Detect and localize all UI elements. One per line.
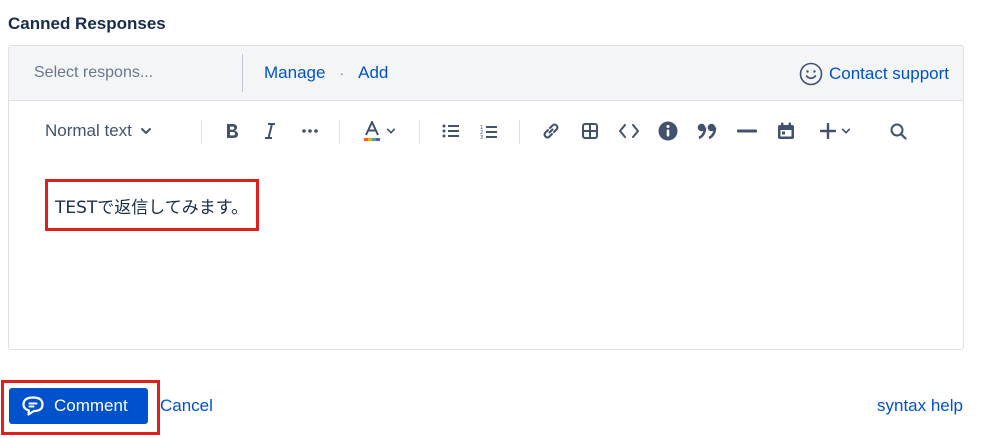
add-link[interactable]: Add	[358, 63, 388, 83]
info-icon[interactable]	[656, 102, 680, 160]
quote-icon[interactable]	[694, 102, 720, 160]
toolbar-divider	[419, 120, 420, 144]
manage-link[interactable]: Manage	[264, 63, 325, 83]
select-response-dropdown[interactable]: Select respons...	[9, 46, 242, 100]
canned-responses-bar: Select respons... Manage · Add Contact s…	[9, 46, 963, 101]
table-icon[interactable]	[579, 102, 601, 160]
contact-support-link[interactable]: Contact support	[799, 46, 949, 101]
date-icon[interactable]	[774, 102, 798, 160]
svg-text:3: 3	[480, 135, 483, 139]
text-style-label: Normal text	[45, 121, 132, 140]
bullet-list-icon[interactable]	[441, 102, 461, 160]
toolbar-divider	[201, 120, 202, 144]
bold-icon[interactable]	[221, 102, 243, 160]
comment-editor-panel: Select respons... Manage · Add Contact s…	[8, 45, 964, 350]
comment-button[interactable]: Comment	[9, 388, 148, 424]
editor-toolbar: Normal text 123	[9, 102, 963, 160]
section-title: Canned Responses	[8, 14, 166, 33]
contact-support-label: Contact support	[828, 63, 949, 83]
more-formatting-icon[interactable]	[300, 102, 320, 160]
comment-button-label: Comment	[54, 396, 128, 415]
syntax-help-link[interactable]: syntax help	[877, 396, 963, 416]
numbered-list-icon[interactable]: 123	[479, 102, 499, 160]
comment-bubble-icon	[22, 396, 44, 416]
link-icon[interactable]	[540, 102, 562, 160]
text-color-icon[interactable]	[361, 102, 397, 160]
italic-icon[interactable]	[261, 102, 279, 160]
insert-plus-icon[interactable]	[815, 102, 855, 160]
editor-content[interactable]: TESTで返信してみます。	[45, 179, 259, 231]
chevron-down-icon	[140, 128, 151, 134]
toolbar-divider	[519, 120, 520, 144]
text-style-dropdown[interactable]: Normal text	[45, 102, 152, 160]
smiley-icon	[799, 62, 823, 85]
code-icon[interactable]	[617, 102, 641, 160]
toolbar-divider	[339, 120, 340, 144]
link-separator: ·	[339, 65, 345, 81]
search-icon[interactable]	[887, 102, 909, 160]
cancel-link[interactable]: Cancel	[160, 396, 213, 416]
canned-bar-divider	[242, 54, 243, 92]
divider-icon[interactable]	[735, 102, 759, 160]
